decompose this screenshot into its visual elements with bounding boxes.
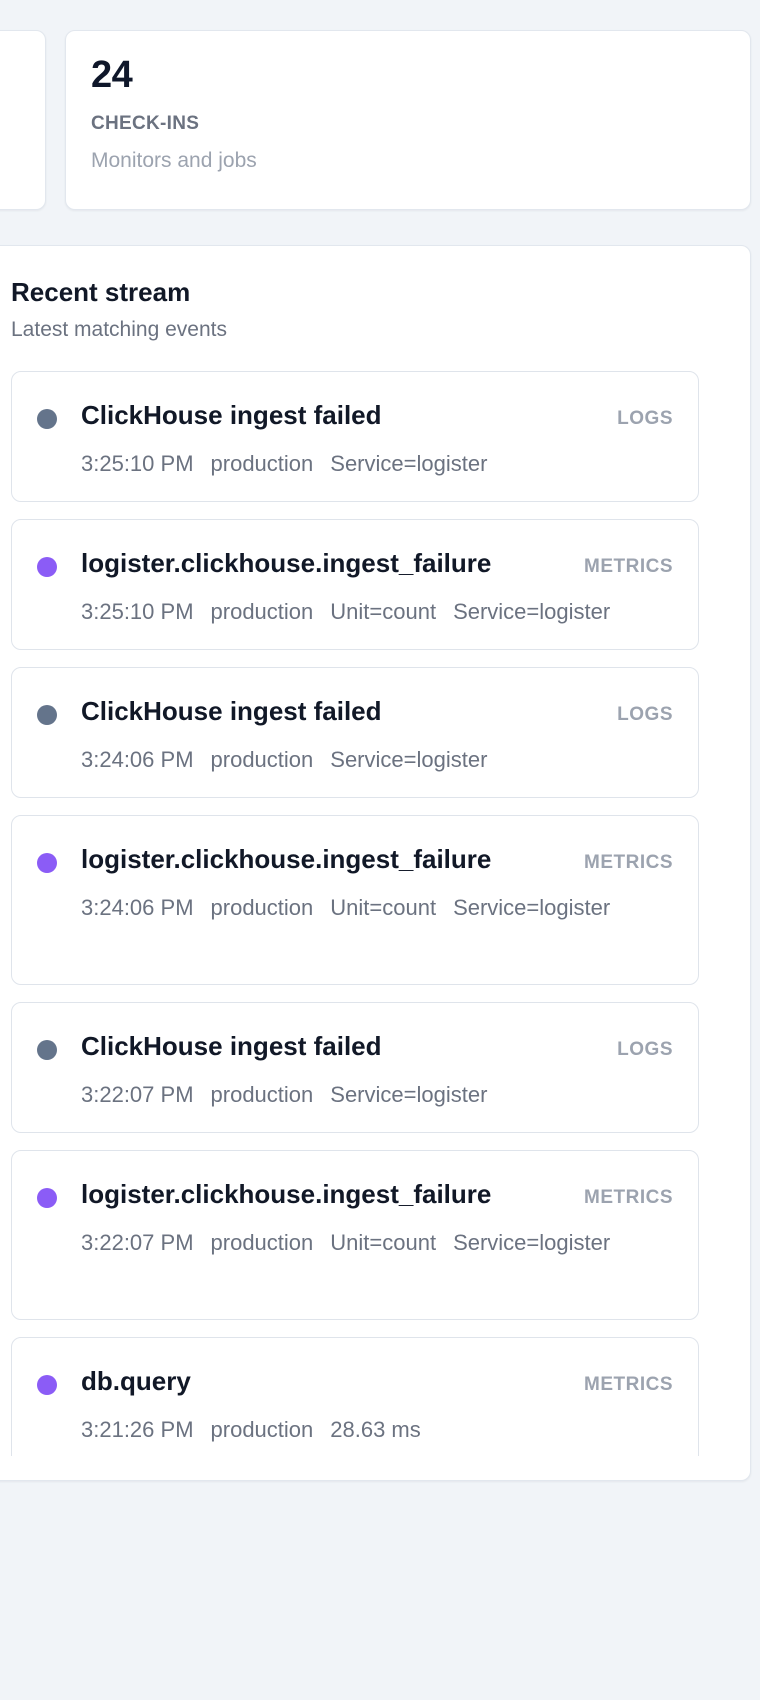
event-meta-item: Unit=count	[330, 1230, 437, 1255]
event-title: ClickHouse ingest failed	[81, 696, 382, 726]
event-meta: 3:24:06 PM production Service=logister	[81, 740, 681, 780]
event-meta: 3:22:07 PM production Unit=count Service=lo…	[81, 1223, 681, 1263]
status-dot-icon	[37, 853, 57, 873]
event-meta-item: 3:24:06 PM	[81, 895, 194, 920]
event-title: logister.clickhouse.ingest_failure	[81, 1179, 492, 1209]
event-meta-item: production	[210, 451, 314, 476]
event-type-badge: LOGS	[617, 408, 673, 429]
event-meta-item: Service=logister	[453, 895, 611, 920]
stat-card-partial	[0, 30, 46, 210]
event-meta-item: 28.63 ms	[330, 1417, 421, 1442]
event-type-badge: LOGS	[617, 1039, 673, 1060]
status-dot-icon	[37, 1375, 57, 1395]
event-item[interactable]: ClickHouse ingest failed LOGS 3:22:07 PM pr…	[11, 1002, 699, 1133]
event-meta: 3:22:07 PM production Service=logister	[81, 1075, 681, 1115]
event-item[interactable]: ClickHouse ingest failed LOGS 3:25:10 PM pr…	[11, 371, 699, 502]
event-meta-item: Service=logister	[453, 599, 611, 624]
event-type-badge: METRICS	[584, 1187, 673, 1208]
recent-stream-panel: Recent stream Latest matching events Cli…	[0, 245, 751, 1481]
event-meta-item: 3:25:10 PM	[81, 451, 194, 476]
status-dot-icon	[37, 1188, 57, 1208]
event-item[interactable]: logister.clickhouse.ingest_failure METRIC…	[11, 1150, 699, 1320]
event-meta: 3:25:10 PM production Unit=count Service=lo…	[81, 592, 681, 632]
event-type-badge: METRICS	[584, 852, 673, 873]
event-item[interactable]: logister.clickhouse.ingest_failure METRIC…	[11, 815, 699, 985]
status-dot-icon	[37, 409, 57, 429]
event-meta-item: production	[210, 747, 314, 772]
page: 24 CHECK-INS Monitors and jobs Recent st…	[0, 0, 760, 1700]
event-meta-item: Unit=count	[330, 599, 437, 624]
stat-subtitle: Monitors and jobs	[91, 148, 257, 172]
event-list[interactable]: ClickHouse ingest failed LOGS 3:25:10 PM pr…	[11, 371, 699, 1456]
event-meta: 3:25:10 PM production Service=logister	[81, 444, 681, 484]
event-meta-item: production	[210, 895, 314, 920]
event-item[interactable]: db.query METRICS 3:21:26 PM production 28.63…	[11, 1337, 699, 1456]
event-meta-item: production	[210, 1230, 314, 1255]
event-title: ClickHouse ingest failed	[81, 1031, 382, 1061]
status-dot-icon	[37, 1040, 57, 1060]
event-title: db.query	[81, 1366, 191, 1396]
event-item[interactable]: ClickHouse ingest failed LOGS 3:24:06 PM pr…	[11, 667, 699, 798]
event-meta-item: 3:25:10 PM	[81, 599, 194, 624]
event-item[interactable]: logister.clickhouse.ingest_failure METRIC…	[11, 519, 699, 650]
status-dot-icon	[37, 557, 57, 577]
stat-value: 24	[91, 54, 133, 96]
event-meta-item: Service=logister	[330, 451, 488, 476]
event-meta-item: 3:24:06 PM	[81, 747, 194, 772]
event-meta-item: Service=logister	[330, 1082, 488, 1107]
stream-subtitle: Latest matching events	[11, 318, 227, 341]
event-type-badge: LOGS	[617, 704, 673, 725]
event-meta-item: production	[210, 599, 314, 624]
event-meta-item: 3:22:07 PM	[81, 1082, 194, 1107]
event-title: ClickHouse ingest failed	[81, 400, 382, 430]
event-title: logister.clickhouse.ingest_failure	[81, 548, 492, 578]
event-meta-item: Service=logister	[453, 1230, 611, 1255]
event-meta-item: production	[210, 1417, 314, 1442]
event-meta: 3:21:26 PM production 28.63 ms	[81, 1410, 681, 1450]
status-dot-icon	[37, 705, 57, 725]
event-meta: 3:24:06 PM production Unit=count Service=lo…	[81, 888, 681, 928]
event-type-badge: METRICS	[584, 556, 673, 577]
event-meta-item: Service=logister	[330, 747, 488, 772]
event-type-badge: METRICS	[584, 1374, 673, 1395]
event-meta-item: Unit=count	[330, 895, 437, 920]
stat-card-check-ins[interactable]: 24 CHECK-INS Monitors and jobs	[65, 30, 751, 210]
event-meta-item: 3:22:07 PM	[81, 1230, 194, 1255]
event-title: logister.clickhouse.ingest_failure	[81, 844, 492, 874]
event-meta-item: production	[210, 1082, 314, 1107]
event-meta-item: 3:21:26 PM	[81, 1417, 194, 1442]
stream-title: Recent stream	[11, 277, 191, 307]
stat-label: CHECK-INS	[91, 112, 200, 134]
